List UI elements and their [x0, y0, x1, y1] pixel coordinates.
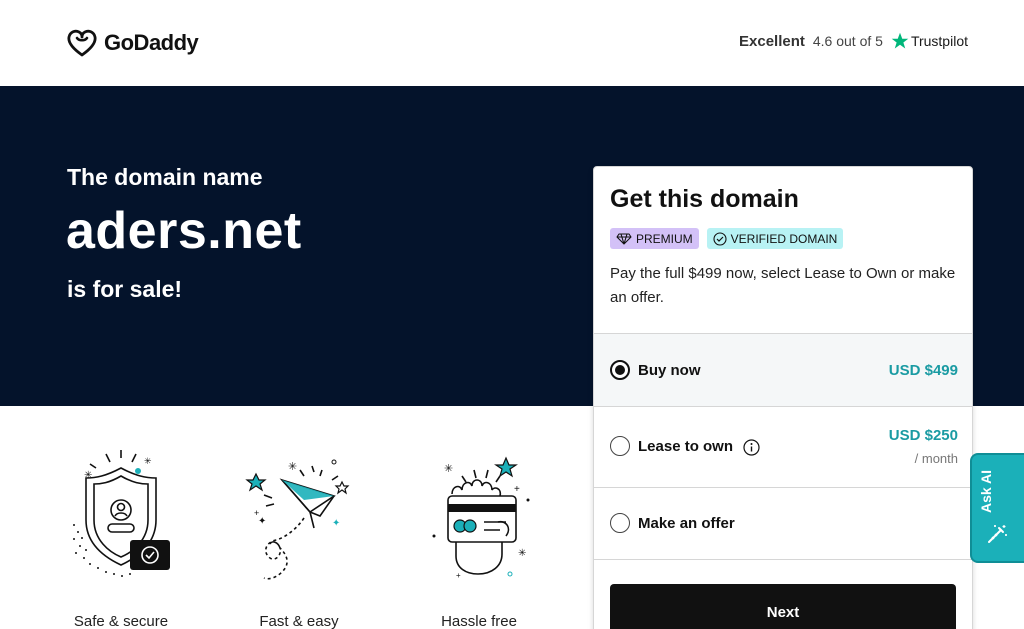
feature-hassle-free: ✳ ✳ + + Hassle free — [414, 440, 544, 629]
trustpilot-star-icon — [891, 32, 909, 49]
verified-badge-label: VERIFIED DOMAIN — [730, 231, 838, 246]
godaddy-heart-icon — [67, 29, 97, 57]
godaddy-logo[interactable]: GoDaddy — [66, 28, 199, 58]
lease-radio[interactable] — [610, 436, 630, 456]
feature-label-fast: Fast & easy — [259, 613, 339, 629]
svg-text:✦: ✦ — [332, 518, 340, 529]
magic-wand-icon — [988, 525, 1007, 543]
lease-label-wrap: Lease to own — [638, 438, 760, 456]
diamond-icon — [616, 232, 632, 245]
domain-name-heading: aders.net — [66, 202, 302, 260]
svg-text:+: + — [456, 571, 461, 580]
buy-now-price: USD $499 — [888, 362, 958, 379]
trustpilot-label: Trustpilot — [910, 33, 968, 49]
card-description: Pay the full $499 now, select Lease to O… — [610, 265, 956, 306]
svg-text:+: + — [254, 508, 259, 518]
brand-name: GoDaddy — [104, 30, 199, 55]
info-icon[interactable] — [743, 438, 760, 456]
badge-row: PREMIUM VERIFIED DOMAIN — [610, 228, 844, 249]
option-make-offer[interactable]: Make an offer — [594, 487, 972, 560]
svg-text:✳: ✳ — [288, 461, 297, 473]
lease-price: USD $250 — [888, 427, 958, 444]
trust-rating-value: 4.6 out of 5 — [812, 33, 883, 49]
buy-now-radio[interactable] — [610, 360, 630, 380]
hero-pretext: The domain name — [67, 164, 263, 190]
premium-badge-label: PREMIUM — [636, 231, 693, 246]
offer-label: Make an offer — [638, 515, 735, 532]
svg-text:+: + — [514, 484, 520, 495]
svg-text:✳: ✳ — [518, 548, 526, 559]
trustpilot-rating[interactable]: Excellent 4.6 out of 5 Trustpilot — [739, 32, 968, 50]
svg-text:✳: ✳ — [444, 463, 453, 475]
shield-icon: ✳ ✳ — [73, 450, 170, 577]
card-hand-icon: ✳ ✳ + + — [432, 456, 530, 580]
check-circle-icon — [713, 231, 727, 246]
option-buy-now[interactable]: Buy now USD $499 — [594, 333, 972, 406]
buy-now-label: Buy now — [638, 362, 701, 379]
ask-ai-button[interactable]: Ask AI — [970, 453, 1024, 563]
purchase-card: Get this domain PREMIUM VERIFIED DOMAIN … — [593, 166, 973, 629]
ask-ai-label: Ask AI — [978, 469, 994, 513]
feature-fast-easy: ✳ ✦ ✦ + Fast & easy — [234, 440, 364, 629]
next-button[interactable]: Next — [610, 584, 956, 629]
trustpilot-brand: Trustpilot — [891, 32, 968, 50]
feature-label-safe: Safe & secure — [73, 613, 169, 629]
offer-radio[interactable] — [610, 513, 630, 533]
lease-label: Lease to own — [638, 438, 734, 455]
svg-text:✳: ✳ — [144, 456, 152, 466]
feature-label-hassle: Hassle free — [441, 613, 517, 629]
verified-badge: VERIFIED DOMAIN — [706, 228, 844, 249]
option-lease-to-own[interactable]: Lease to own USD $250 / month — [594, 406, 972, 487]
premium-badge: PREMIUM — [610, 228, 699, 249]
paper-plane-icon: ✳ ✦ ✦ + — [245, 459, 350, 580]
trust-excellent-label: Excellent — [739, 32, 805, 50]
hero-posttext: is for sale! — [67, 276, 183, 302]
svg-text:✳: ✳ — [84, 470, 92, 481]
feature-list: ✳ ✳ Safe & secure ✳ ✦ ✦ + Fast & easy ✳ … — [56, 440, 576, 629]
lease-price-unit: / month — [914, 451, 958, 466]
site-header: GoDaddy Excellent 4.6 out of 5 Trustpilo… — [0, 0, 1024, 86]
feature-safe-secure: ✳ ✳ Safe & secure — [56, 440, 186, 629]
card-title: Get this domain — [610, 185, 799, 213]
